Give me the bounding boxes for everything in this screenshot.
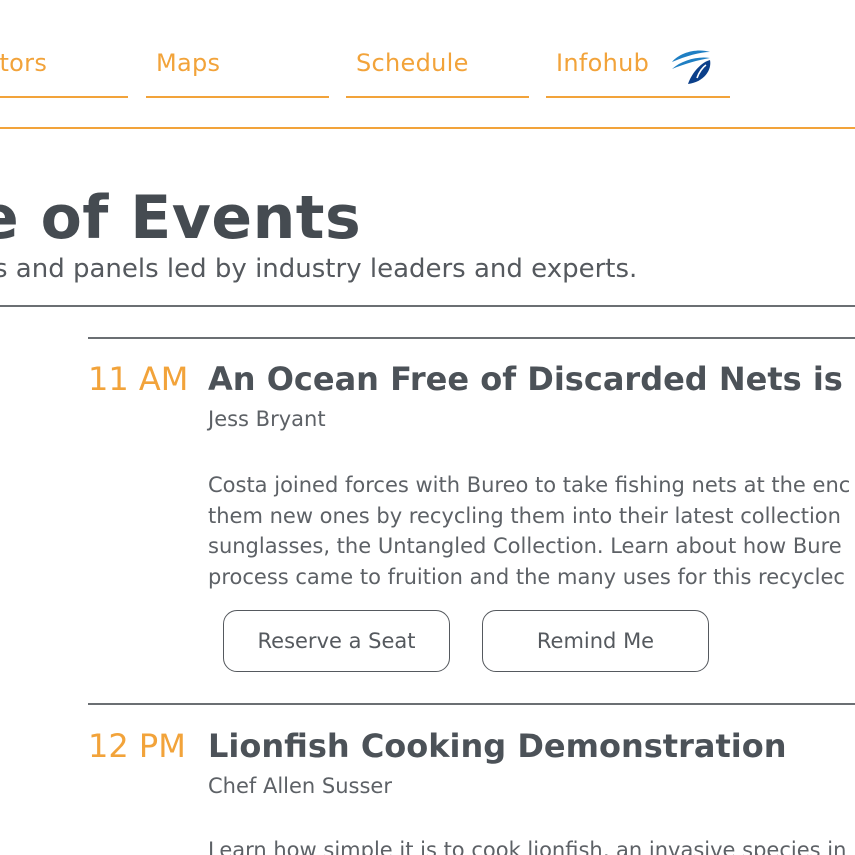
description-line: Learn how simple it is to cook lionfish,… — [208, 838, 847, 855]
reserve-seat-button[interactable]: Reserve a Seat — [223, 610, 450, 672]
event-description: Costa joined forces with Bureo to take f… — [208, 470, 855, 592]
event-speaker: Chef Allen Susser — [208, 774, 392, 798]
event-title: Lionfish Cooking Demonstration — [208, 727, 787, 765]
description-line: sunglasses, the Untangled Collection. Le… — [208, 534, 842, 558]
nav-tab-maps[interactable]: Maps — [146, 45, 329, 98]
description-line: them new ones by recycling them into the… — [208, 503, 841, 528]
page-subtitle: s and panels led by industry leaders and… — [0, 254, 638, 284]
remind-me-button[interactable]: Remind Me — [482, 610, 709, 672]
event-divider — [88, 703, 855, 705]
event-title: An Ocean Free of Discarded Nets is a Si — [208, 360, 855, 398]
nav-divider — [0, 127, 855, 129]
nav-tab-exhibitors[interactable]: ibitors — [0, 45, 128, 98]
description-line: process came to fruition and the many us… — [208, 564, 845, 589]
description-line: Costa joined forces with Bureo to take f… — [208, 473, 851, 497]
schedule-page: ibitors Maps Schedule Infohub e of Event… — [0, 0, 855, 855]
event-description: Learn how simple it is to cook lionfish,… — [208, 835, 855, 855]
event-divider — [88, 337, 855, 339]
event-time: 11 AM — [88, 360, 189, 398]
page-title: e of Events — [0, 183, 362, 253]
nav-tab-schedule[interactable]: Schedule — [346, 45, 529, 98]
event-time: 12 PM — [88, 727, 186, 765]
header-divider — [0, 305, 855, 307]
event-speaker: Jess Bryant — [208, 407, 326, 431]
fish-logo-icon[interactable] — [668, 44, 714, 90]
